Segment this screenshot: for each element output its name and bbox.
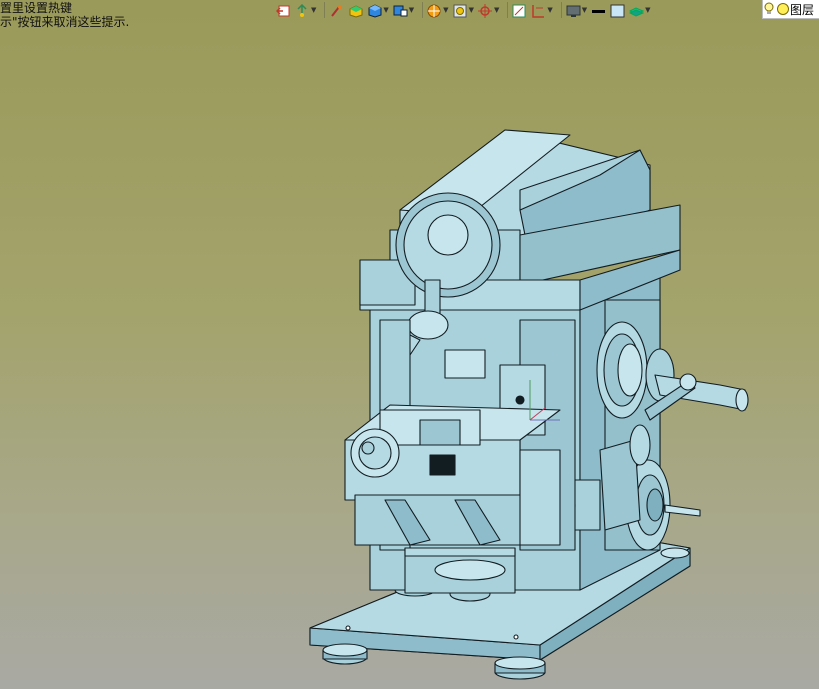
sketch-plane-button[interactable]: [512, 1, 527, 19]
section-view-icon: [427, 3, 442, 18]
shaded-cube-icon: [367, 3, 382, 18]
rotate-view-button[interactable]: ▼: [477, 1, 499, 19]
smart-dimension-icon: [295, 3, 310, 17]
display-monitor-icon: [566, 3, 581, 17]
right-handwheel: [596, 321, 749, 421]
sketch-plane-icon: [512, 3, 527, 18]
front-knob: [350, 428, 400, 478]
layer-panel-label: 图层: [790, 2, 815, 17]
dimension-display-button[interactable]: ▼: [531, 1, 553, 19]
toolbar-separator: [324, 2, 326, 18]
toolbar-separator: [422, 2, 424, 18]
line-style-button[interactable]: [591, 1, 606, 19]
paint-brush-icon: [329, 3, 344, 17]
lower-panel: [404, 547, 516, 594]
paint-brush-button[interactable]: [329, 1, 344, 19]
background-color-icon: [610, 3, 625, 18]
exit-sketch-button[interactable]: [275, 1, 291, 19]
layer-color-icon[interactable]: [776, 2, 790, 16]
view-orientation-icon: [393, 3, 408, 17]
solid-box-icon: [348, 3, 363, 18]
line-style-icon: [591, 3, 606, 17]
zoom-to-fit-button[interactable]: ▼: [453, 1, 474, 19]
view-toolbar: ▼ ▼ ▼ ▼ ▼ ▼ ▼ ▼ ▼: [275, 0, 655, 20]
layer-panel[interactable]: 图层: [762, 0, 819, 19]
smart-dimension-button[interactable]: ▼: [295, 1, 316, 19]
background-color-button[interactable]: [610, 1, 625, 19]
display-monitor-button[interactable]: ▼: [566, 1, 587, 19]
shaded-cube-button[interactable]: ▼: [367, 1, 389, 19]
lightbulb-icon[interactable]: [763, 2, 776, 16]
model-viewport[interactable]: [0, 0, 819, 689]
machine-model: [309, 129, 749, 680]
hint-line-1: 置里设置热键: [0, 1, 73, 15]
view-orientation-button[interactable]: ▼: [393, 1, 414, 19]
section-view-button[interactable]: ▼: [427, 1, 449, 19]
toolbar-separator: [507, 2, 509, 18]
zoom-to-fit-icon: [453, 3, 468, 18]
solid-box-button[interactable]: [348, 1, 363, 19]
exit-sketch-icon: [275, 3, 291, 17]
dimension-display-icon: [531, 3, 546, 18]
rotate-view-icon: [477, 3, 493, 18]
toolbar-separator: [560, 2, 562, 18]
layer-icon: [629, 3, 645, 17]
hint-line-2: 示"按钮来取消这些提示.: [0, 15, 130, 29]
layer-button[interactable]: ▼: [629, 1, 651, 19]
